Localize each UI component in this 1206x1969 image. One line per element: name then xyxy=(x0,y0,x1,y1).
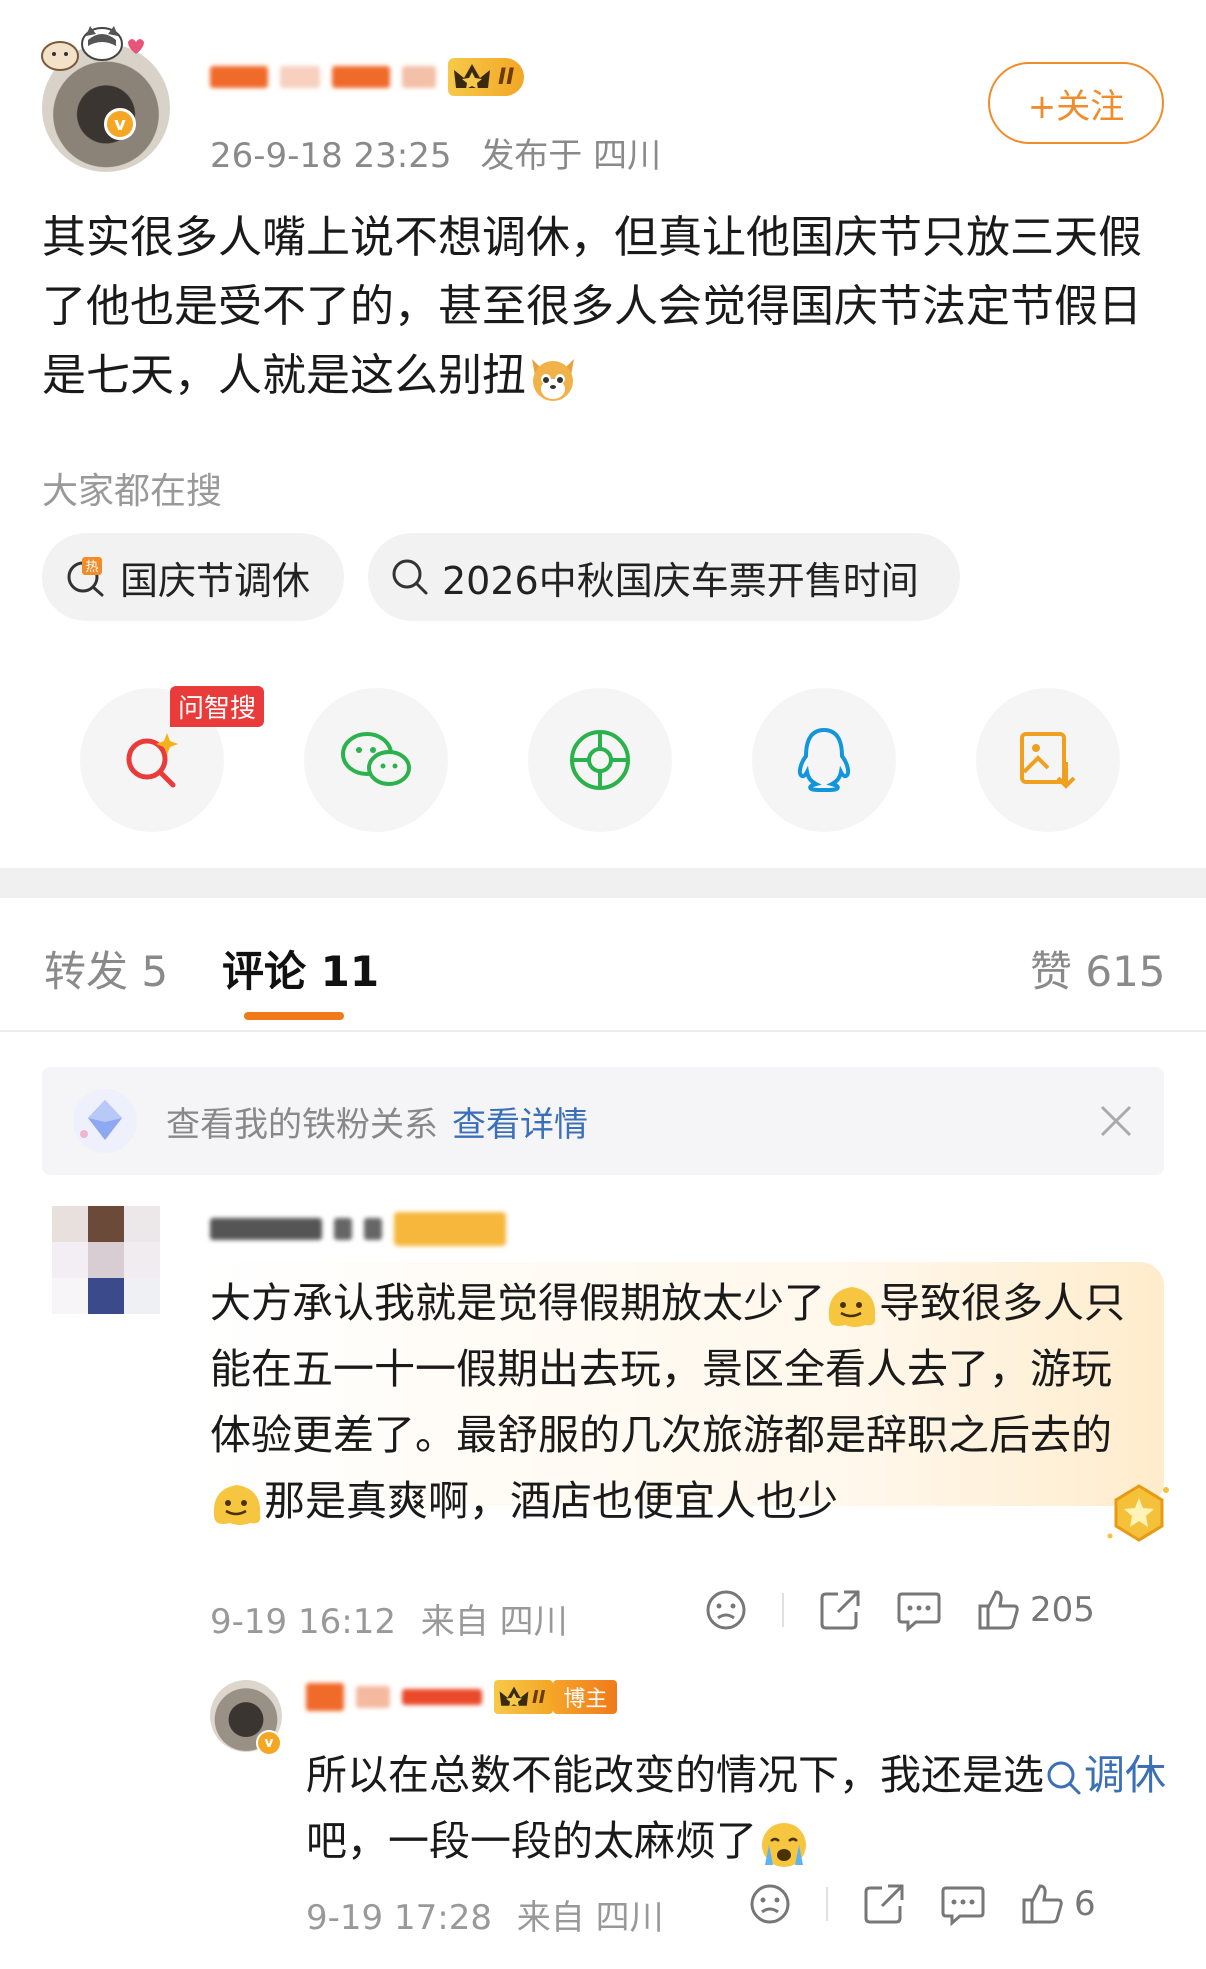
dislike-face-icon[interactable] xyxy=(748,1882,792,1926)
trending-search-label: 大家都在搜 xyxy=(42,471,223,512)
melting-face-emoji xyxy=(828,1287,876,1327)
host-tag: 博主 xyxy=(553,1680,618,1714)
commenter-avatar[interactable] xyxy=(42,1196,172,1326)
reply-level-badge: II xyxy=(494,1680,554,1714)
post-meta: 26-9-18 23:25 发布于 四川 xyxy=(210,128,661,177)
crown-icon xyxy=(454,64,490,89)
tab-repost[interactable]: 转发 5 xyxy=(44,938,168,999)
commenter-badge xyxy=(394,1212,506,1246)
ask-search-icon xyxy=(126,733,178,788)
verified-badge-icon: v xyxy=(104,108,136,140)
fan-banner-text: 查看我的铁粉关系 xyxy=(166,1104,438,1145)
diamond-icon xyxy=(73,1089,137,1153)
like-count: 205 xyxy=(1030,1590,1095,1630)
hot-search-icon: 热 xyxy=(67,557,104,597)
reply-text: 所以在总数不能改变的情况下，我还是选 xyxy=(306,1751,1044,1799)
post-location: 发布于 四川 xyxy=(480,136,662,176)
topic-search-link[interactable]: 调休 xyxy=(1084,1751,1166,1799)
comment-text: 那是真爽啊，酒店也便宜人也少 xyxy=(264,1477,838,1525)
thumbs-up-icon xyxy=(978,1590,1019,1630)
action-divider xyxy=(826,1887,828,1921)
tab-comments[interactable]: 评论 11 xyxy=(222,938,379,999)
level-text: II xyxy=(532,1686,546,1708)
dog-face-emoji xyxy=(532,359,574,401)
share-moments-button[interactable] xyxy=(528,688,672,832)
like-count: 6 xyxy=(1074,1884,1096,1924)
ask-search-tag: 问智搜 xyxy=(170,686,265,727)
share-qq-button[interactable] xyxy=(752,688,896,832)
fan-detail-link[interactable]: 查看详情 xyxy=(452,1097,588,1146)
post-text: 其实很多人嘴上说不想调休，但真让他国庆节只放三天假了他也是受不了的，甚至很多人会… xyxy=(42,212,1142,401)
post-time: 26-9-18 23:25 xyxy=(210,136,452,176)
reply-actions: 6 xyxy=(748,1882,1096,1926)
comment-meta: 9-19 16:12 来自 四川 xyxy=(210,1594,568,1643)
tab-likes[interactable]: 赞 615 xyxy=(1030,938,1166,999)
section-divider xyxy=(0,868,1206,898)
crying-face-emoji xyxy=(762,1823,806,1867)
reply-content: 所以在总数不能改变的情况下，我还是选 调休吧，一段一段的太麻烦了 xyxy=(306,1742,1176,1874)
comment-time: 9-19 16:12 xyxy=(210,1602,396,1642)
comment-location: 来自 四川 xyxy=(420,1602,568,1642)
repost-icon[interactable] xyxy=(818,1588,862,1632)
search-pill-hot[interactable]: 热 国庆节调休 xyxy=(42,533,344,621)
wechat-icon xyxy=(341,732,411,786)
search-pill-text: 2026中秋国庆车票开售时间 xyxy=(442,558,919,603)
member-level-badge: II xyxy=(448,58,525,96)
dislike-face-icon[interactable] xyxy=(704,1588,748,1632)
save-image-icon xyxy=(1020,732,1076,789)
comment-icon[interactable] xyxy=(896,1588,942,1632)
crown-icon xyxy=(499,1686,529,1707)
follow-label: +关注 xyxy=(1027,86,1125,127)
reply-location: 来自 四川 xyxy=(516,1898,664,1938)
reply-text: 吧，一段一段的太麻烦了 xyxy=(306,1817,757,1865)
reply-time: 9-19 17:28 xyxy=(306,1898,492,1938)
qq-icon xyxy=(797,727,851,792)
gold-medal-icon xyxy=(1107,1484,1169,1542)
reply-meta: 9-19 17:28 来自 四川 xyxy=(306,1890,664,1939)
avatar-cat-decoration xyxy=(41,26,144,71)
fan-relation-banner: 查看我的铁粉关系 查看详情 xyxy=(42,1067,1164,1175)
search-pill-text: 国庆节调休 xyxy=(120,558,311,603)
level-text: II xyxy=(498,64,515,90)
verified-badge-icon: v xyxy=(256,1730,282,1756)
repost-icon[interactable] xyxy=(862,1882,906,1926)
commenter-name[interactable] xyxy=(210,1212,506,1246)
author-name[interactable]: II xyxy=(210,58,525,96)
comment-text: 大方承认我就是觉得假期放太少了 xyxy=(210,1279,825,1327)
comment-content: 大方承认我就是觉得假期放太少了 导致很多人只能在五一十一假期出去玩，景区全看人去… xyxy=(210,1270,1150,1534)
close-icon[interactable] xyxy=(1096,1101,1136,1141)
comment-actions: 205 xyxy=(704,1588,1095,1632)
action-divider xyxy=(782,1593,784,1627)
post-content: 其实很多人嘴上说不想调休，但真让他国庆节只放三天假了他也是受不了的，甚至很多人会… xyxy=(42,203,1162,410)
active-tab-indicator xyxy=(244,1012,344,1020)
moments-icon xyxy=(570,730,630,790)
search-icon xyxy=(392,559,428,595)
melting-face-emoji xyxy=(213,1485,261,1525)
like-button[interactable]: 6 xyxy=(1020,1882,1096,1926)
tabs-divider xyxy=(0,1030,1206,1032)
thumbs-up-icon xyxy=(1022,1884,1063,1924)
svg-text:热: 热 xyxy=(85,560,98,575)
share-wechat-button[interactable] xyxy=(304,688,448,832)
search-link-icon xyxy=(1047,1761,1081,1795)
follow-button[interactable]: +关注 xyxy=(988,62,1164,144)
search-pill-tickets[interactable]: 2026中秋国庆车票开售时间 xyxy=(368,533,960,621)
comment-icon[interactable] xyxy=(940,1882,986,1926)
like-button[interactable]: 205 xyxy=(976,1588,1095,1632)
reply-author-name[interactable]: II 博主 xyxy=(306,1680,618,1714)
save-image-button[interactable] xyxy=(976,688,1120,832)
